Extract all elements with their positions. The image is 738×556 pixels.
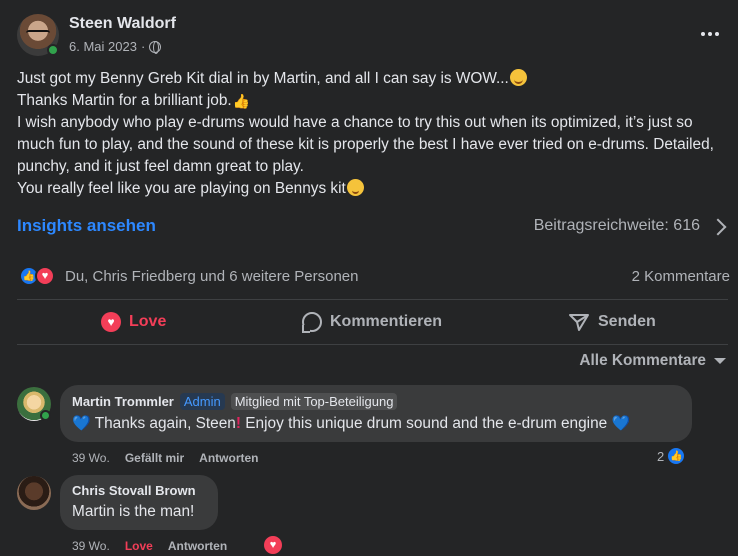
love-icon[interactable]: ♥: [262, 534, 284, 556]
caret-down-icon: [714, 358, 726, 364]
top-contributor-badge[interactable]: Mitglied mit Top-Beteiligung: [230, 393, 398, 410]
comment-bubble: Martin Trommler Admin Mitglied mit Top-B…: [60, 385, 692, 442]
post-text: Just got my Benny Greb Kit dial in by Ma…: [17, 68, 727, 200]
comment-reply-button[interactable]: Antworten: [199, 451, 258, 465]
send-button-label: Senden: [598, 313, 656, 330]
love-button[interactable]: ♥ Love: [101, 304, 166, 340]
comment-text-part2: Enjoy this unique drum sound and the e-d…: [245, 415, 608, 432]
comment-button[interactable]: Kommentieren: [302, 304, 442, 340]
comment-actions: 39 Wo. Gefällt mir Antworten: [72, 451, 259, 465]
send-button[interactable]: Senden: [568, 304, 656, 340]
globe-icon[interactable]: [149, 40, 162, 54]
comment-bubble-icon: [302, 312, 322, 333]
comment-time[interactable]: 39 Wo.: [72, 539, 110, 553]
more-options-icon[interactable]: [696, 24, 724, 44]
author-name[interactable]: Steen Waldorf: [69, 15, 176, 33]
reaction-icons[interactable]: 👍 ♥: [19, 266, 55, 286]
post-line-1: Just got my Benny Greb Kit dial in by Ma…: [17, 70, 509, 87]
post-line-4: You really feel like you are playing on …: [17, 180, 346, 197]
post-meta: 6. Mai 2023 ·: [69, 39, 162, 54]
divider: [17, 344, 728, 345]
send-icon: [568, 312, 590, 332]
blue-heart-icon: 💙: [72, 415, 91, 432]
post-card: Steen Waldorf 6. Mai 2023 · Just got my …: [0, 0, 738, 556]
love-icon: ♥: [35, 266, 55, 286]
divider: [17, 299, 728, 300]
blue-heart-icon: 💙: [611, 415, 631, 432]
post-line-2: Thanks Martin for a brilliant job.: [17, 92, 232, 109]
post-reach[interactable]: Beitragsreichweite: 616: [534, 217, 700, 235]
smiling-face-icon: [509, 69, 527, 86]
comments-filter-dropdown[interactable]: Alle Kommentare: [579, 352, 726, 370]
comment-love-button[interactable]: Love: [125, 539, 153, 553]
comment-time[interactable]: 39 Wo.: [72, 451, 110, 465]
meta-separator: ·: [140, 39, 146, 54]
love-button-label: Love: [129, 313, 167, 330]
commenter-avatar[interactable]: [17, 476, 51, 510]
exclamation-icon: !: [235, 415, 242, 432]
thumbs-up-icon: [233, 90, 250, 112]
insights-link[interactable]: Insights ansehen: [17, 216, 156, 236]
comment-reactions[interactable]: 2 👍: [657, 446, 687, 466]
chevron-right-icon[interactable]: [709, 218, 727, 236]
post-date[interactable]: 6. Mai 2023: [69, 39, 137, 54]
comment-actions: 39 Wo. Love Antworten: [72, 539, 227, 553]
reaction-summary[interactable]: Du, Chris Friedberg und 6 weitere Person…: [65, 268, 358, 285]
admin-badge[interactable]: Admin: [179, 393, 225, 410]
commenter-name[interactable]: Martin Trommler: [72, 394, 174, 409]
post-line-3: I wish anybody who play e-drums would ha…: [17, 114, 714, 175]
comment-reply-button[interactable]: Antworten: [168, 539, 227, 553]
like-icon: 👍: [666, 446, 687, 466]
comment-text: 💙 Thanks again, Steen! Enjoy this unique…: [72, 414, 680, 434]
comment-reaction-count: 2: [657, 448, 665, 464]
online-status-icon: [40, 410, 51, 421]
comment-text: Martin is the man!: [72, 503, 195, 520]
comment-button-label: Kommentieren: [330, 313, 443, 330]
winking-face-icon: [346, 179, 364, 196]
comments-filter-label: Alle Kommentare: [579, 352, 706, 369]
comment-count[interactable]: 2 Kommentare: [632, 268, 730, 285]
comment-header: Martin Trommler Admin Mitglied mit Top-B…: [72, 393, 680, 410]
online-status-icon: [47, 44, 59, 56]
heart-icon: ♥: [101, 312, 121, 332]
comment-like-button[interactable]: Gefällt mir: [125, 451, 184, 465]
comment-text-part1: Thanks again, Steen: [94, 415, 236, 432]
comment-bubble: Chris Stovall Brown Martin is the man!: [60, 475, 218, 530]
commenter-name[interactable]: Chris Stovall Brown: [72, 483, 206, 498]
